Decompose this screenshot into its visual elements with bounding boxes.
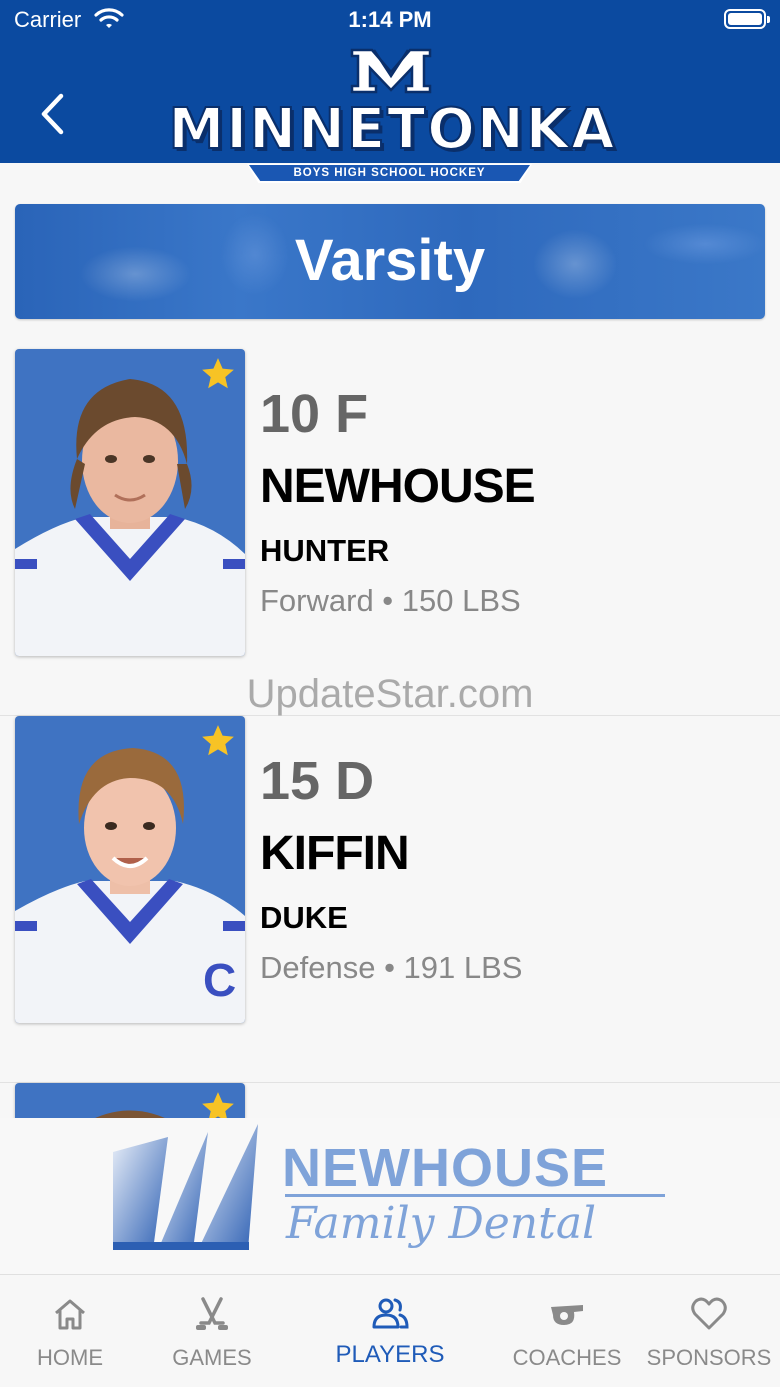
player-row[interactable]: 10 F NEWHOUSE HUNTER Forward • 150 LBS — [0, 349, 780, 716]
players-icon — [372, 1298, 409, 1329]
app-screen: Carrier 1:14 PM MINNETONKA BOYS HIGH SCH… — [0, 0, 780, 1387]
tab-coaches[interactable]: COACHES — [497, 1275, 637, 1387]
tab-players-label: PLAYERS — [335, 1341, 445, 1368]
captain-star-icon — [202, 725, 234, 756]
chevron-left-icon[interactable] — [34, 90, 74, 138]
sponsor-banner[interactable]: NEWHOUSE Family Dental — [0, 1118, 780, 1274]
sails-logo-icon — [113, 1124, 258, 1250]
tab-players[interactable]: PLAYERS — [320, 1275, 460, 1387]
player-number-position: 10 F — [260, 384, 369, 444]
player-portrait: C — [15, 748, 245, 1023]
heart-icon — [691, 1297, 727, 1330]
player-last-name: KIFFIN — [260, 827, 410, 880]
minnetonka-logo: MINNETONKA BOYS HIGH SCHOOL HOCKEY — [165, 42, 620, 184]
player-photo: C — [15, 716, 245, 1023]
captain-star-icon — [202, 358, 234, 389]
battery-icon — [724, 9, 770, 29]
sponsor-name: NEWHOUSE — [282, 1138, 609, 1198]
player-detail: Defense • 191 LBS — [260, 950, 523, 985]
player-photo — [15, 349, 245, 656]
player-row[interactable]: C 15 D KIFFIN DUKE Defense • 191 LBS — [0, 716, 780, 1083]
status-bar: Carrier 1:14 PM — [0, 0, 780, 40]
bottom-tab-bar: HOME GAMES PLAYERS COACHES SPONSORS — [0, 1274, 780, 1387]
tab-games[interactable]: GAMES — [142, 1275, 282, 1387]
m-monogram-icon — [350, 48, 432, 94]
player-detail: Forward • 150 LBS — [260, 583, 521, 618]
app-header: Carrier 1:14 PM MINNETONKA BOYS HIGH SCH… — [0, 0, 780, 183]
banner-title: Varsity — [294, 228, 486, 293]
svg-text:C: C — [203, 954, 236, 1006]
home-icon — [55, 1299, 85, 1330]
tab-coaches-label: COACHES — [512, 1345, 622, 1370]
sponsor-tagline: Family Dental — [286, 1198, 597, 1249]
player-number-position: 15 D — [260, 751, 375, 811]
player-portrait — [15, 379, 245, 656]
tab-sponsors-label: SPONSORS — [646, 1345, 772, 1370]
sponsor-divider — [285, 1194, 665, 1197]
team-banner: Varsity — [15, 204, 765, 319]
whistle-icon — [551, 1305, 583, 1325]
status-time: 1:14 PM — [348, 7, 432, 32]
player-first-name: HUNTER — [260, 533, 390, 568]
logo-wordmark: MINNETONKA — [168, 97, 617, 163]
player-last-name: NEWHOUSE — [260, 460, 536, 513]
tab-home-label: HOME — [37, 1345, 103, 1370]
tab-sponsors[interactable]: SPONSORS — [639, 1275, 779, 1387]
watermark-text: UpdateStar.com — [246, 672, 534, 716]
tab-games-label: GAMES — [172, 1345, 252, 1370]
player-first-name: DUKE — [260, 900, 348, 935]
tab-home[interactable]: HOME — [0, 1275, 140, 1387]
hockey-sticks-icon — [196, 1297, 228, 1330]
logo-ribbon: BOYS HIGH SCHOOL HOCKEY — [249, 165, 530, 181]
